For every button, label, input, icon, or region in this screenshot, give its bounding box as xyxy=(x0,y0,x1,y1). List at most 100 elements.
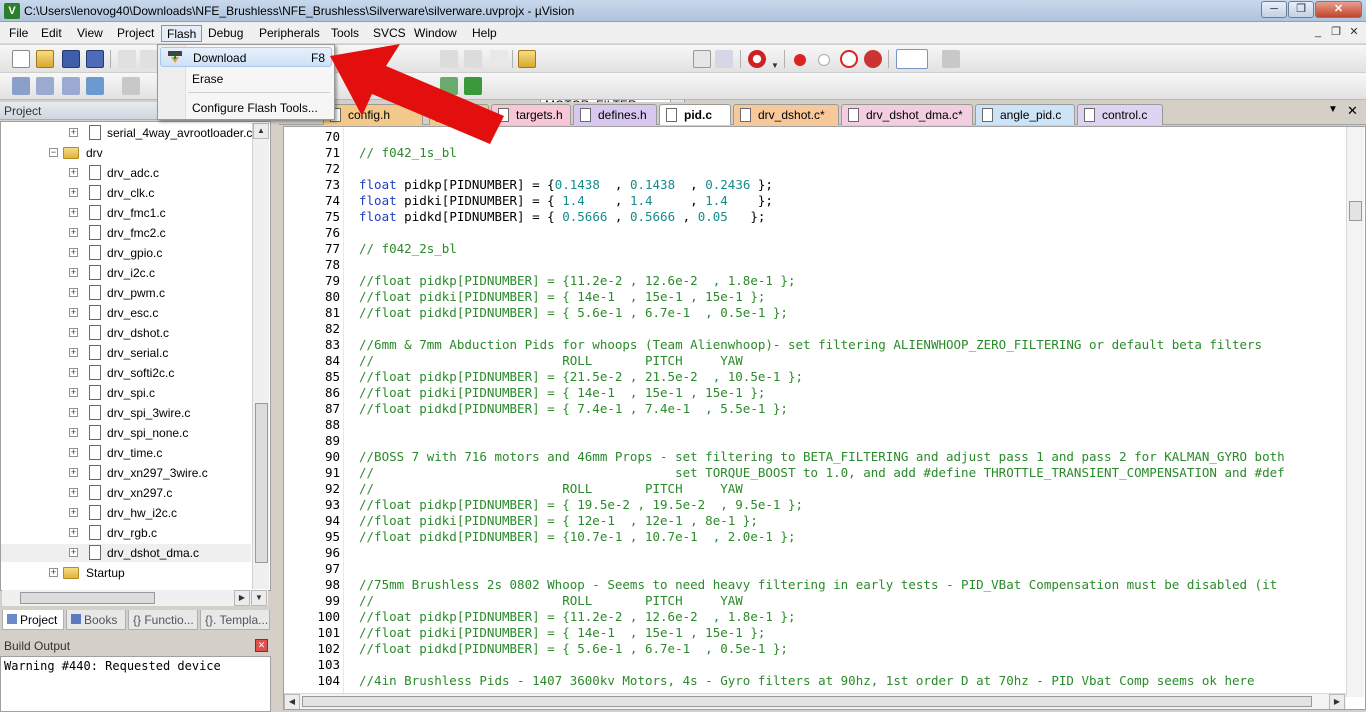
close-icon[interactable]: ✕ xyxy=(1347,103,1358,119)
tree-item[interactable]: + drv_clk.c xyxy=(1,184,251,202)
expand-icon[interactable]: + xyxy=(69,368,78,377)
code-line[interactable]: //float pidkp[PIDNUMBER] = {11.2e-2 , 12… xyxy=(359,609,796,625)
menu-debug[interactable]: Debug xyxy=(203,25,248,42)
mdi-minimize-icon[interactable]: _ xyxy=(1310,26,1326,40)
flash-erase-item[interactable]: Erase xyxy=(160,69,332,89)
save-all-icon[interactable] xyxy=(86,50,104,68)
expand-icon[interactable]: + xyxy=(69,308,78,317)
expand-icon[interactable]: + xyxy=(69,448,78,457)
code-line[interactable]: float pidkp[PIDNUMBER] = {0.1438 , 0.143… xyxy=(359,177,773,193)
tab-angle-pid-c[interactable]: angle_pid.c xyxy=(975,104,1075,125)
chevron-down-icon[interactable]: ▼ xyxy=(767,59,783,73)
menu-edit[interactable]: Edit xyxy=(36,25,67,42)
scroll-down-icon[interactable]: ▼ xyxy=(251,590,267,606)
tab-books[interactable]: Books xyxy=(66,610,126,630)
expand-icon[interactable]: + xyxy=(69,248,78,257)
code-line[interactable]: //4in Brushless Pids - 1407 3600kv Motor… xyxy=(359,673,1255,689)
tree-item[interactable]: + drv_time.c xyxy=(1,444,251,462)
tab-defines-h[interactable]: defines.h xyxy=(573,104,657,125)
tree-item[interactable]: + drv_spi.c xyxy=(1,384,251,402)
tree-item[interactable]: + serial_4way_avrootloader.c xyxy=(1,124,252,142)
code-line[interactable]: float pidki[PIDNUMBER] = { 1.4 , 1.4 , 1… xyxy=(359,193,773,209)
tree-item[interactable]: + drv_esc.c xyxy=(1,304,251,322)
expand-icon[interactable]: + xyxy=(69,548,78,557)
code-line[interactable]: //BOSS 7 with 716 motors and 46mm Props … xyxy=(359,449,1285,465)
close-window-button[interactable]: ✕ xyxy=(1315,1,1362,18)
flash-download-item[interactable]: Download F8 xyxy=(160,47,332,67)
expand-icon[interactable]: + xyxy=(69,188,78,197)
code-line[interactable]: //float pidki[PIDNUMBER] = { 14e-1 , 15e… xyxy=(359,289,765,305)
copy-icon[interactable] xyxy=(140,50,158,68)
debug-session-icon[interactable] xyxy=(748,50,766,68)
tab-templates[interactable]: {}. Templa... xyxy=(200,610,270,630)
code-line[interactable]: //6mm & 7mm Abduction Pids for whoops (T… xyxy=(359,337,1262,353)
expand-icon[interactable]: + xyxy=(69,268,78,277)
tree-horizontal-scrollbar[interactable]: ▶ ▼ xyxy=(2,590,268,606)
expand-icon[interactable]: + xyxy=(69,168,78,177)
tree-item[interactable]: + drv_pwm.c xyxy=(1,284,251,302)
build-output-text[interactable]: Warning #440: Requested device xyxy=(0,656,271,712)
mdi-close-icon[interactable]: ✕ xyxy=(1346,26,1362,40)
tree-item[interactable]: + drv_fmc1.c xyxy=(1,204,251,222)
expand-icon[interactable]: + xyxy=(69,208,78,217)
disable-all-breakpoints-icon[interactable] xyxy=(840,50,858,68)
code-line[interactable]: // ROLL PITCH YAW xyxy=(359,593,743,609)
tree-item[interactable]: + drv_xn297.c xyxy=(1,484,251,502)
scroll-thumb[interactable] xyxy=(1349,201,1362,221)
find-in-files-icon[interactable] xyxy=(518,50,536,68)
wrench-icon[interactable] xyxy=(942,50,960,68)
tab-project[interactable]: Project xyxy=(2,610,64,630)
code-line[interactable]: //float pidkp[PIDNUMBER] = { 19.5e-2 , 1… xyxy=(359,497,803,513)
mdi-restore-icon[interactable]: ❐ xyxy=(1328,26,1344,40)
editor-vertical-scrollbar[interactable] xyxy=(1346,127,1364,697)
window-layout-icon[interactable] xyxy=(896,49,928,69)
menu-peripherals[interactable]: Peripherals xyxy=(254,25,325,42)
scroll-up-icon[interactable]: ▲ xyxy=(253,123,269,139)
expand-icon[interactable]: + xyxy=(69,428,78,437)
tree-item[interactable]: + drv_gpio.c xyxy=(1,244,251,262)
chevron-down-icon[interactable]: ▼ xyxy=(1328,104,1338,115)
disable-breakpoint-icon[interactable] xyxy=(818,54,830,66)
tree-item[interactable]: + drv_i2c.c xyxy=(1,264,251,282)
tree-vertical-scrollbar[interactable]: ▲ xyxy=(252,123,269,589)
expand-icon[interactable]: + xyxy=(69,468,78,477)
scroll-thumb[interactable] xyxy=(20,592,155,604)
scroll-thumb[interactable] xyxy=(302,696,1312,707)
tree-item[interactable]: + drv_adc.c xyxy=(1,164,251,182)
open-folder-icon[interactable] xyxy=(36,50,54,68)
minimize-button[interactable]: ─ xyxy=(1261,1,1287,18)
tab-drv-dshot-dma-c-[interactable]: drv_dshot_dma.c* xyxy=(841,104,973,125)
expand-icon[interactable]: + xyxy=(69,508,78,517)
scroll-right-icon[interactable]: ▶ xyxy=(1329,694,1345,709)
tree-item[interactable]: + drv_softi2c.c xyxy=(1,364,251,382)
code-line[interactable]: //float pidkp[PIDNUMBER] = {21.5e-2 , 21… xyxy=(359,369,803,385)
collapse-icon[interactable]: − xyxy=(49,148,58,157)
tree-item[interactable]: + drv_spi_3wire.c xyxy=(1,404,251,422)
expand-icon[interactable]: + xyxy=(69,408,78,417)
code-line[interactable]: // set TORQUE_BOOST to 1.0, and add #def… xyxy=(359,465,1285,481)
tab-control-c[interactable]: control.c xyxy=(1077,104,1163,125)
tree-item[interactable]: + drv_dshot.c xyxy=(1,324,251,342)
breakpoint-icon[interactable] xyxy=(794,54,806,66)
scroll-thumb[interactable] xyxy=(255,403,268,563)
code-line[interactable]: // ROLL PITCH YAW xyxy=(359,481,743,497)
tree-item[interactable]: + drv_dshot_dma.c xyxy=(1,544,251,562)
tree-item[interactable]: + drv_rgb.c xyxy=(1,524,251,542)
save-icon[interactable] xyxy=(62,50,80,68)
code-line[interactable]: // ROLL PITCH YAW xyxy=(359,353,743,369)
tree-item[interactable]: + Startup xyxy=(1,564,251,582)
code-line[interactable]: //float pidkd[PIDNUMBER] = { 5.6e-1 , 6.… xyxy=(359,305,788,321)
close-icon[interactable]: ✕ xyxy=(255,639,268,652)
browse-icon[interactable] xyxy=(693,50,711,68)
code-line[interactable]: // f042_2s_bl xyxy=(359,241,457,257)
expand-icon[interactable]: + xyxy=(69,288,78,297)
tab-functions[interactable]: {} Functio... xyxy=(128,610,198,630)
expand-icon[interactable]: + xyxy=(69,388,78,397)
code-line[interactable]: //float pidki[PIDNUMBER] = { 14e-1 , 15e… xyxy=(359,625,765,641)
flash-configure-item[interactable]: Configure Flash Tools... xyxy=(160,98,332,118)
code-line[interactable]: //float pidki[PIDNUMBER] = { 14e-1 , 15e… xyxy=(359,385,765,401)
tab-drv-dshot-c-[interactable]: drv_dshot.c* xyxy=(733,104,839,125)
expand-icon[interactable]: + xyxy=(69,348,78,357)
code-line[interactable]: //float pidkd[PIDNUMBER] = { 7.4e-1 , 7.… xyxy=(359,401,788,417)
code-line[interactable]: //float pidkd[PIDNUMBER] = {10.7e-1 , 10… xyxy=(359,529,796,545)
